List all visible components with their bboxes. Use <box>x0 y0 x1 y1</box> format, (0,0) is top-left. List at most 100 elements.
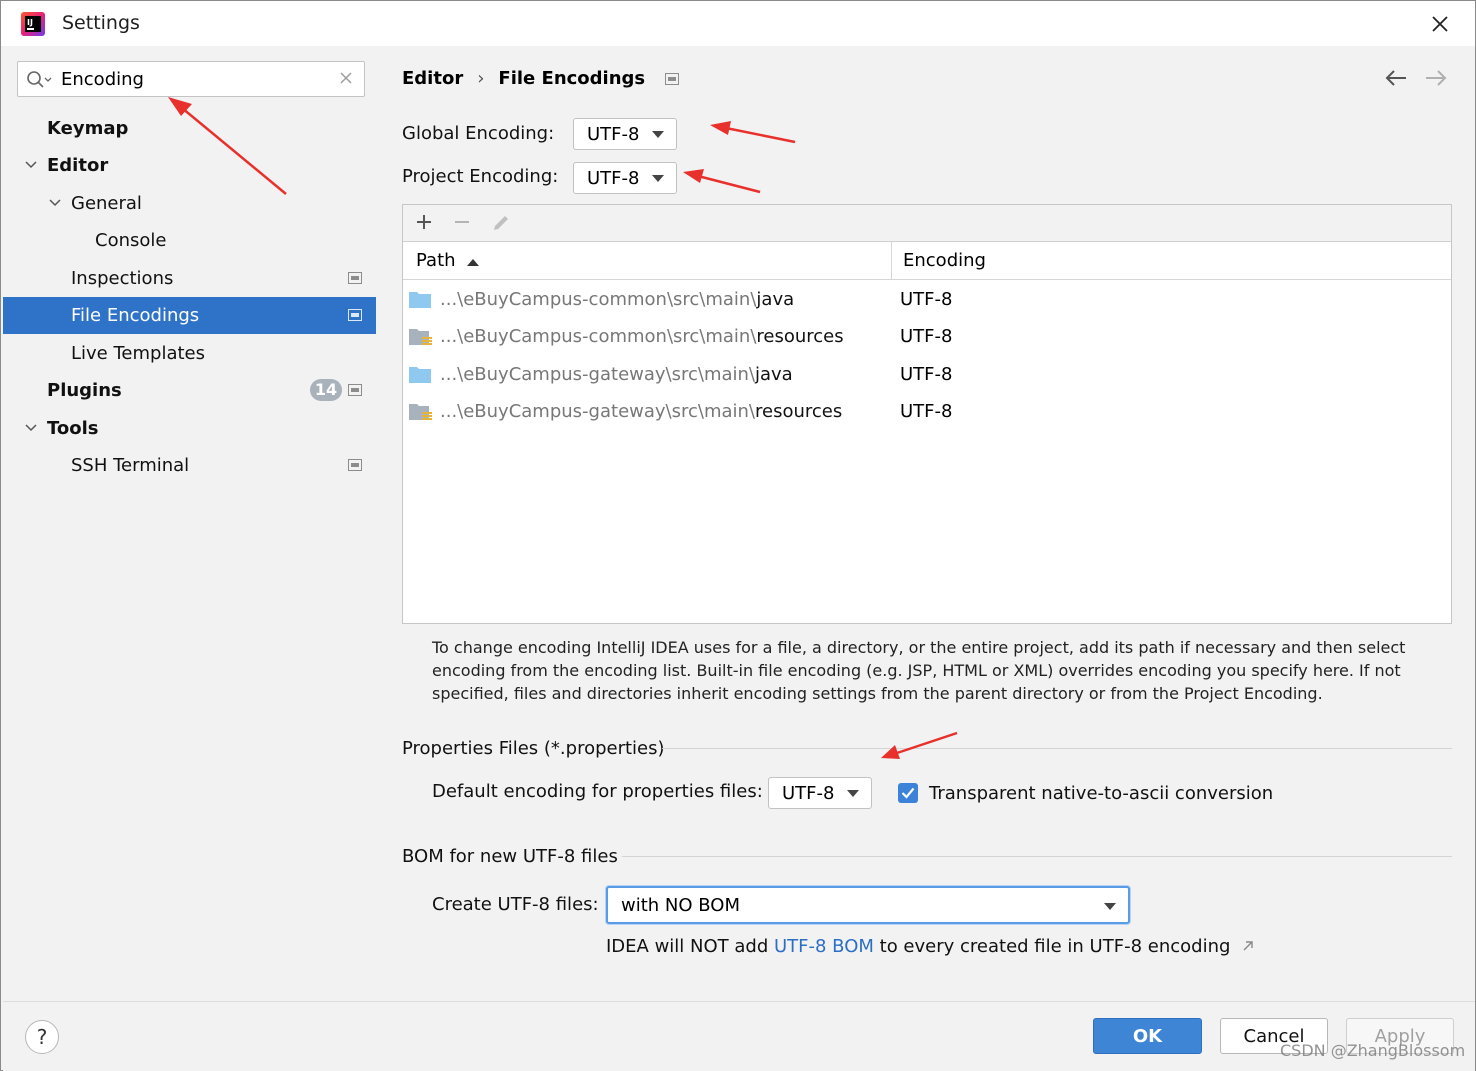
row-path: ...\eBuyCampus-common\src\main\java <box>440 289 795 310</box>
resources-folder-icon <box>409 329 432 345</box>
checkmark-icon <box>901 787 915 799</box>
table-header: Path Encoding <box>403 242 1451 280</box>
watermark: CSDN @ZhangBlossom <box>1280 1041 1466 1060</box>
plugins-update-badge: 14 <box>310 379 342 401</box>
window-title: Settings <box>62 12 140 34</box>
transparent-conversion-label[interactable]: Transparent native-to-ascii conversion <box>929 783 1273 804</box>
global-encoding-select[interactable]: UTF-8 <box>573 118 677 150</box>
dropdown-arrow-icon <box>1104 903 1116 910</box>
folder-icon <box>409 292 431 308</box>
table-row[interactable]: ...\eBuyCampus-gateway\src\main\java UTF… <box>403 356 1451 393</box>
sidebar-item-label: File Encodings <box>71 305 200 326</box>
intellij-idea-icon: IJ <box>21 12 45 36</box>
sidebar-item-inspections[interactable]: Inspections <box>3 260 376 297</box>
project-encoding-label: Project Encoding: <box>402 166 559 187</box>
sidebar-item-general[interactable]: General <box>3 185 376 222</box>
settings-window: IJ Settings Keymap Edit <box>0 0 1476 1071</box>
dropdown-arrow-icon <box>652 175 664 182</box>
properties-encoding-select[interactable]: UTF-8 <box>768 777 872 809</box>
dialog-button-bar: ? OK Cancel Apply <box>3 1001 1475 1071</box>
remove-icon[interactable] <box>453 213 471 231</box>
project-level-icon <box>348 384 362 396</box>
add-icon[interactable] <box>415 213 433 231</box>
sidebar-item-console[interactable]: Console <box>3 222 376 259</box>
column-header-encoding[interactable]: Encoding <box>903 250 986 271</box>
transparent-conversion-checkbox[interactable] <box>898 783 918 803</box>
properties-section-title: Properties Files (*.properties) <box>402 738 665 759</box>
folder-icon <box>409 367 431 383</box>
column-header-path[interactable]: Path <box>416 250 456 271</box>
svg-text:IJ: IJ <box>27 18 33 27</box>
dropdown-arrow-icon <box>847 790 859 797</box>
sidebar-item-label: Tools <box>47 418 99 439</box>
table-row[interactable]: ...\eBuyCampus-gateway\src\main\resource… <box>403 393 1451 430</box>
row-path: ...\eBuyCampus-gateway\src\main\java <box>440 364 793 385</box>
sort-ascending-icon[interactable] <box>466 257 480 267</box>
sidebar-item-label: Keymap <box>47 118 129 139</box>
chevron-down-icon[interactable] <box>24 158 38 172</box>
forward-arrow-icon[interactable] <box>1424 68 1448 88</box>
project-level-icon <box>348 272 362 284</box>
row-encoding[interactable]: UTF-8 <box>900 326 952 347</box>
project-encoding-value: UTF-8 <box>587 167 640 189</box>
global-encoding-value: UTF-8 <box>587 123 640 145</box>
close-icon <box>1432 16 1448 32</box>
sidebar-item-tools[interactable]: Tools <box>3 410 376 447</box>
sidebar-item-live-templates[interactable]: Live Templates <box>3 335 376 372</box>
ok-button[interactable]: OK <box>1093 1018 1202 1054</box>
external-link-icon[interactable] <box>1242 940 1254 952</box>
help-button[interactable]: ? <box>25 1020 59 1054</box>
chevron-down-icon[interactable] <box>24 421 38 435</box>
utf8-bom-link[interactable]: UTF-8 BOM <box>774 936 874 957</box>
encoding-help-text: To change encoding IntelliJ IDEA uses fo… <box>432 638 1406 703</box>
path-encoding-table: Path Encoding ...\eBuyCampus-common\src\… <box>402 204 1452 624</box>
resources-folder-icon <box>409 404 432 420</box>
edit-pencil-icon[interactable] <box>491 213 511 233</box>
row-path: ...\eBuyCampus-gateway\src\main\resource… <box>440 401 843 422</box>
row-encoding[interactable]: UTF-8 <box>900 289 952 310</box>
chevron-down-icon[interactable] <box>48 196 62 210</box>
project-level-icon <box>665 72 680 85</box>
breadcrumb: Editor › File Encodings <box>402 68 680 89</box>
search-input[interactable] <box>61 65 331 93</box>
back-arrow-icon[interactable] <box>1384 68 1408 88</box>
search-icon <box>27 71 52 88</box>
title-bar: IJ Settings <box>1 1 1475 46</box>
project-level-icon <box>348 459 362 471</box>
search-box[interactable] <box>17 61 365 97</box>
sidebar-item-label: SSH Terminal <box>71 455 190 476</box>
sidebar-item-label: Inspections <box>71 268 174 289</box>
sidebar-item-label: Plugins <box>47 380 122 401</box>
sidebar-item-label: Console <box>95 230 167 251</box>
bom-note: IDEA will NOT add UTF-8 BOM to every cre… <box>606 936 1254 957</box>
sidebar-item-file-encodings[interactable]: File Encodings <box>3 297 376 334</box>
sidebar-item-plugins[interactable]: Plugins 14 <box>3 372 376 409</box>
project-encoding-select[interactable]: UTF-8 <box>573 162 677 194</box>
settings-sidebar: Keymap Editor General Console Inspection… <box>3 46 376 1001</box>
row-encoding[interactable]: UTF-8 <box>900 401 952 422</box>
table-row[interactable]: ...\eBuyCampus-common\src\main\resources… <box>403 318 1451 355</box>
close-button[interactable] <box>1425 10 1455 38</box>
bom-select-value: with NO BOM <box>621 894 740 916</box>
create-utf8-files-label: Create UTF-8 files: <box>432 894 599 915</box>
sidebar-item-ssh-terminal[interactable]: SSH Terminal <box>3 447 376 484</box>
bom-section-title: BOM for new UTF-8 files <box>402 846 618 867</box>
sidebar-item-label: Live Templates <box>71 343 205 364</box>
sidebar-item-keymap[interactable]: Keymap <box>3 110 376 147</box>
project-level-icon <box>348 309 362 321</box>
settings-content: Editor › File Encodings Global Encoding:… <box>376 46 1475 1001</box>
breadcrumb-current: File Encodings <box>498 68 646 89</box>
row-encoding[interactable]: UTF-8 <box>900 364 952 385</box>
default-properties-encoding-label: Default encoding for properties files: <box>432 781 763 802</box>
table-toolbar <box>403 205 1451 242</box>
dropdown-arrow-icon <box>652 131 664 138</box>
sidebar-item-label: Editor <box>47 155 109 176</box>
clear-search-icon[interactable] <box>338 70 354 86</box>
breadcrumb-editor[interactable]: Editor <box>402 68 463 89</box>
bom-select[interactable]: with NO BOM <box>606 886 1130 924</box>
global-encoding-label: Global Encoding: <box>402 123 555 144</box>
properties-encoding-value: UTF-8 <box>782 782 835 804</box>
sidebar-item-editor[interactable]: Editor <box>3 147 376 184</box>
table-row[interactable]: ...\eBuyCampus-common\src\main\java UTF-… <box>403 281 1451 318</box>
row-path: ...\eBuyCampus-common\src\main\resources <box>440 326 844 347</box>
